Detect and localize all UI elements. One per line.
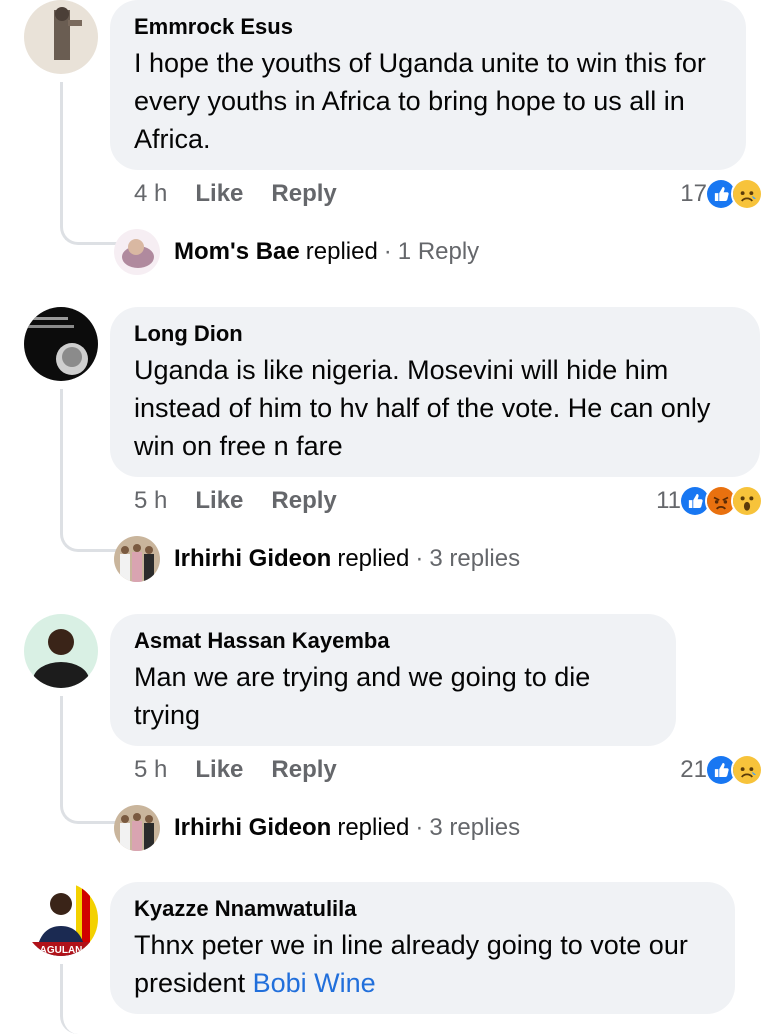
mention-link[interactable]: Bobi Wine [253, 968, 376, 998]
avatar[interactable] [24, 307, 98, 381]
reply-count[interactable]: 1 Reply [398, 238, 479, 266]
comment-bubble: Kyazze Nnamwatulila Thnx peter we in lin… [110, 882, 735, 1014]
reactions-summary[interactable]: 11 [656, 485, 763, 517]
comment-text: Uganda is like nigeria. Mosevini will hi… [134, 355, 711, 461]
comment-actions: 4 h Like Reply [134, 179, 365, 209]
sad-icon [731, 754, 763, 786]
like-button[interactable]: Like [195, 487, 243, 514]
comment-text: I hope the youths of Uganda unite to win… [134, 48, 706, 154]
reaction-count: 21 [680, 756, 707, 783]
replier-name[interactable]: Irhirhi Gideon [174, 545, 331, 573]
comment-bubble: Emmrock Esus I hope the youths of Uganda… [110, 0, 746, 170]
thread-line [60, 389, 117, 552]
comment-actions: 5 h Like Reply [134, 486, 365, 516]
replier-name[interactable]: Irhirhi Gideon [174, 814, 331, 842]
reply-button[interactable]: Reply [271, 756, 336, 783]
timestamp[interactable]: 5 h [134, 756, 167, 783]
comment-text: Man we are trying and we going to die tr… [134, 662, 591, 730]
comment-author[interactable]: Kyazze Nnamwatulila [134, 896, 711, 922]
reaction-count: 11 [656, 487, 681, 514]
like-button[interactable]: Like [195, 180, 243, 207]
comment-bubble: Long Dion Uganda is like nigeria. Mosevi… [110, 307, 760, 477]
thread-line [60, 82, 117, 245]
avatar[interactable] [24, 614, 98, 688]
reactions-summary[interactable]: 21 [680, 754, 763, 786]
reply-count[interactable]: 3 replies [429, 814, 520, 842]
timestamp[interactable]: 4 h [134, 180, 167, 207]
separator-dot: · [415, 545, 424, 572]
replier-name[interactable]: Mom's Bae [174, 238, 300, 266]
separator-dot: · [415, 814, 424, 841]
comment-text: Thnx peter we in line already going to v… [134, 926, 711, 1002]
replier-avatar [114, 229, 160, 275]
avatar[interactable] [24, 0, 98, 74]
replied-label: replied [337, 814, 410, 841]
comment-author[interactable]: Asmat Hassan Kayemba [134, 628, 652, 654]
reactions-summary[interactable]: 17 [680, 178, 763, 210]
like-button[interactable]: Like [195, 756, 243, 783]
view-replies[interactable]: Mom's Bae replied · 1 Reply [114, 228, 479, 276]
svg-text:AGULAN: AGULAN [40, 945, 83, 956]
timestamp[interactable]: 5 h [134, 487, 167, 514]
sad-icon [731, 178, 763, 210]
reaction-count: 17 [680, 180, 707, 207]
replied-label: replied [337, 545, 410, 572]
comment-author[interactable]: Emmrock Esus [134, 14, 722, 40]
replier-avatar [114, 805, 160, 851]
comment-actions: 5 h Like Reply [134, 755, 365, 785]
replied-label: replied [305, 238, 378, 265]
reply-count[interactable]: 3 replies [429, 545, 520, 573]
avatar[interactable]: AGULAN [24, 882, 98, 956]
comment-author[interactable]: Long Dion [134, 321, 736, 347]
view-replies[interactable]: Irhirhi Gideon replied · 3 replies [114, 804, 520, 852]
comment-bubble: Asmat Hassan Kayemba Man we are trying a… [110, 614, 676, 746]
view-replies[interactable]: Irhirhi Gideon replied · 3 replies [114, 535, 520, 583]
comment-text-body: Thnx peter we in line already going to v… [134, 930, 688, 998]
replier-avatar [114, 536, 160, 582]
thread-line [60, 696, 117, 824]
reply-button[interactable]: Reply [271, 487, 336, 514]
wow-icon [731, 485, 763, 517]
reply-button[interactable]: Reply [271, 180, 336, 207]
separator-dot: · [383, 238, 392, 265]
